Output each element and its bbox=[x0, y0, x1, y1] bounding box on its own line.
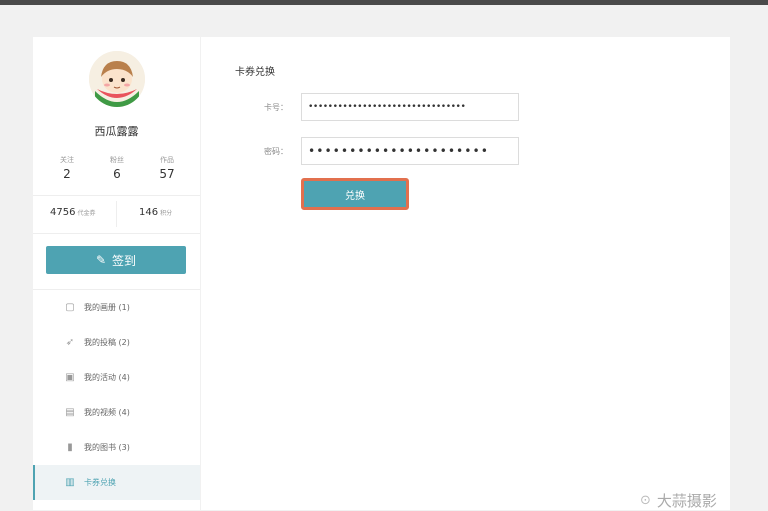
sidebar-item-submissions[interactable]: ➶ 我的投稿 (2) bbox=[33, 325, 200, 360]
password-input[interactable] bbox=[301, 137, 519, 165]
page-title: 卡券兑换 bbox=[235, 67, 275, 78]
stat-followers[interactable]: 粉丝 6 bbox=[95, 155, 139, 181]
stat-label: 粉丝 bbox=[110, 156, 124, 164]
coupon-icon: ▥ bbox=[65, 477, 75, 488]
sidebar-item-videos[interactable]: ▤ 我的视频 (4) bbox=[33, 395, 200, 430]
sidebar-item-label: 我的视频 (4) bbox=[84, 408, 130, 417]
coins-unit: 代金券 bbox=[77, 210, 96, 217]
signin-label: 签到 bbox=[112, 253, 137, 268]
card-number-label: 卡号： bbox=[264, 103, 288, 112]
avatar-image bbox=[89, 51, 145, 107]
activity-icon: ▣ bbox=[65, 372, 75, 383]
signin-button[interactable]: ✎ 签到 bbox=[46, 246, 186, 274]
wechat-icon: ⊙ bbox=[640, 493, 651, 508]
divider bbox=[33, 195, 200, 196]
password-label: 密码： bbox=[264, 147, 288, 156]
stat-value: 2 bbox=[63, 167, 71, 181]
coins: 4756 代金券 bbox=[50, 207, 95, 218]
video-icon: ▤ bbox=[65, 407, 75, 418]
sidebar-item-label: 我的图书 (3) bbox=[84, 443, 130, 452]
stat-value: 6 bbox=[113, 167, 121, 181]
sidebar-item-books[interactable]: ▮ 我的图书 (3) bbox=[33, 430, 200, 465]
avatar[interactable] bbox=[89, 51, 145, 107]
sidebar-item-label: 我的活动 (4) bbox=[84, 373, 130, 382]
sidebar-item-label: 卡券兑换 bbox=[84, 478, 116, 487]
sidebar-item-albums[interactable]: ▢ 我的画册 (1) bbox=[33, 290, 200, 325]
album-icon: ▢ bbox=[65, 302, 75, 313]
sidebar-item-coupon-redeem[interactable]: ▥ 卡券兑换 bbox=[33, 465, 200, 500]
sidebar-item-label: 我的投稿 (2) bbox=[84, 338, 130, 347]
redeem-button[interactable]: 兑换 bbox=[301, 178, 409, 210]
credits-value: 146 bbox=[139, 207, 159, 218]
redeem-panel: 卡券兑换 卡号： 密码： 兑换 bbox=[201, 37, 730, 510]
credits: 146 积分 bbox=[139, 207, 172, 218]
username: 西瓜露露 bbox=[94, 125, 139, 138]
book-icon: ▮ bbox=[67, 442, 73, 453]
stat-label: 作品 bbox=[160, 156, 174, 164]
credits-unit: 积分 bbox=[160, 210, 173, 217]
points-separator bbox=[116, 201, 117, 227]
pencil-icon: ✎ bbox=[95, 253, 107, 267]
profile-sidebar: 西瓜露露 关注 2 粉丝 6 作品 57 4756 代金券 146 积分 ✎ 签到 … bbox=[33, 37, 200, 510]
stat-works[interactable]: 作品 57 bbox=[145, 155, 189, 181]
sidebar-menu: ▢ 我的画册 (1) ➶ 我的投稿 (2) ▣ 我的活动 (4) ▤ 我的视频 … bbox=[33, 290, 200, 500]
card-number-input[interactable] bbox=[301, 93, 519, 121]
points-row: 4756 代金券 146 积分 bbox=[33, 201, 200, 227]
watermark: ⊙ 大蒜摄影 bbox=[640, 490, 717, 511]
stat-value: 57 bbox=[159, 167, 175, 181]
coins-value: 4756 bbox=[50, 207, 76, 218]
watermark-text: 大蒜摄影 bbox=[656, 492, 717, 510]
submit-icon: ➶ bbox=[65, 337, 75, 348]
stat-label: 关注 bbox=[60, 156, 74, 164]
stat-following[interactable]: 关注 2 bbox=[45, 155, 89, 181]
divider bbox=[33, 233, 200, 234]
sidebar-item-activities[interactable]: ▣ 我的活动 (4) bbox=[33, 360, 200, 395]
profile-stats: 关注 2 粉丝 6 作品 57 bbox=[45, 155, 189, 181]
sidebar-item-label: 我的画册 (1) bbox=[84, 303, 130, 312]
top-bar bbox=[0, 0, 768, 5]
